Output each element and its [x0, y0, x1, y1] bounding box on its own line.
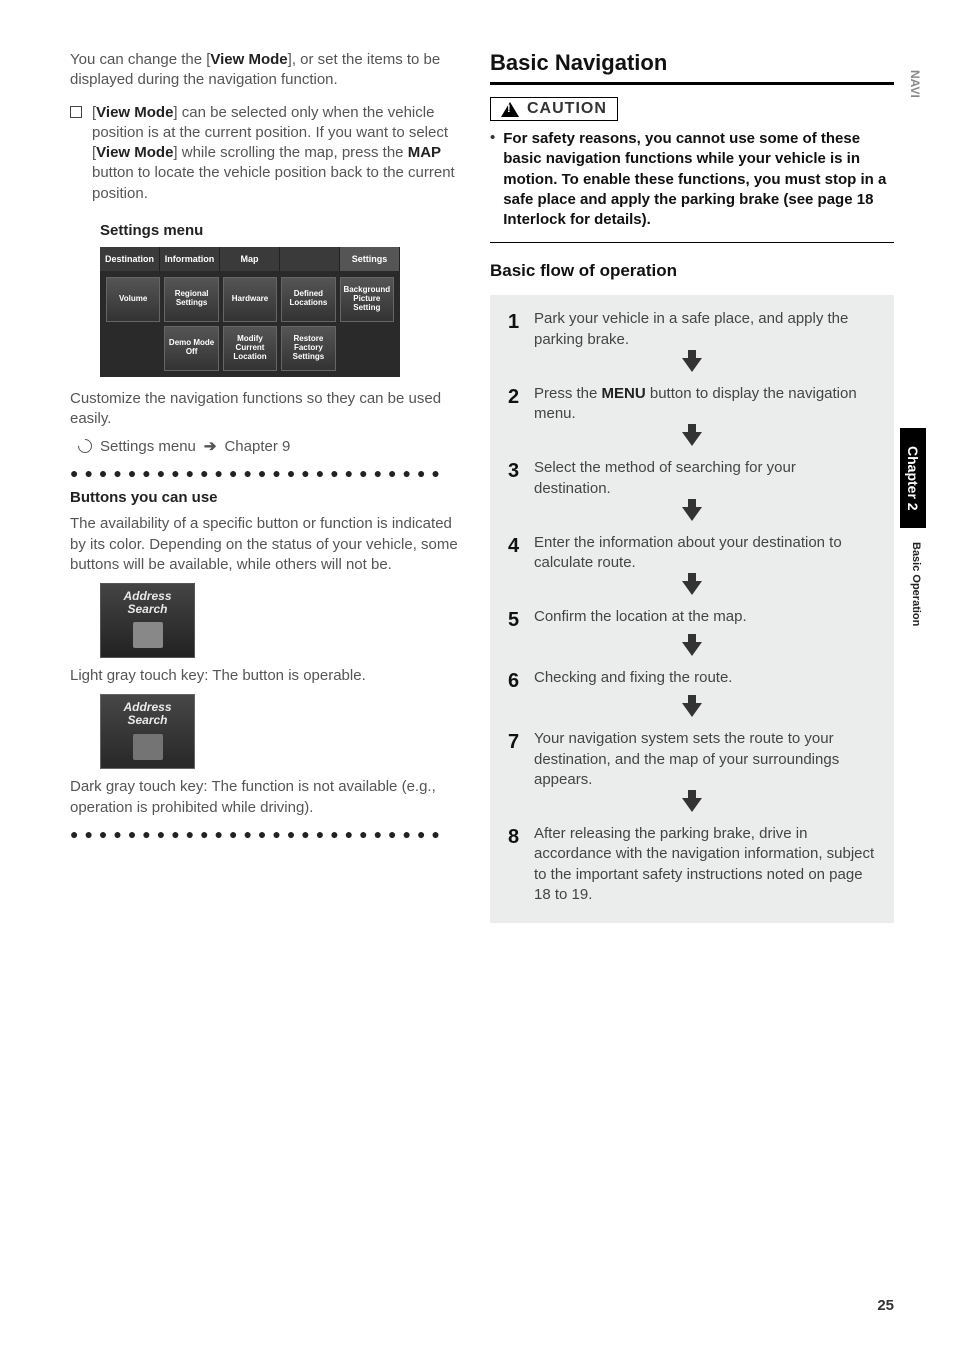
step-text: Press the MENU button to display the nav… — [534, 384, 876, 425]
view-mode-label: View Mode — [210, 51, 287, 68]
step-number: 6 — [508, 668, 522, 695]
step-text: Checking and fixing the route. — [534, 668, 732, 695]
separator-dots: ●●●●●●●●●●●●●●●●●●●●●●●●●● — [70, 826, 460, 842]
step: 5 Confirm the location at the map. — [508, 607, 876, 634]
warning-icon — [501, 102, 519, 117]
ref-target: Chapter 9 — [224, 438, 290, 455]
step-number: 4 — [508, 533, 522, 574]
cross-reference: Settings menu ➔ Chapter 9 — [78, 437, 460, 455]
settings-btn — [340, 326, 394, 371]
step-text: Your navigation system sets the route to… — [534, 729, 876, 790]
arrow-down-icon — [508, 432, 876, 450]
arrow-right-icon: ➔ — [204, 437, 217, 455]
settings-tab: Destination — [100, 247, 160, 271]
settings-btn: Restore Factory Settings — [281, 326, 335, 371]
step-text: Park your vehicle in a safe place, and a… — [534, 309, 876, 350]
step-number: 8 — [508, 824, 522, 905]
flow-title: Basic flow of operation — [490, 261, 894, 281]
settings-menu-heading: Settings menu — [100, 222, 460, 239]
address-search-dark: Address Search — [100, 694, 195, 769]
settings-btn: Hardware — [223, 277, 277, 322]
step-number: 5 — [508, 607, 522, 634]
step-text: Confirm the location at the map. — [534, 607, 747, 634]
reference-icon — [75, 436, 95, 456]
ref-prefix: Settings menu — [100, 438, 196, 455]
caution-text: For safety reasons, you cannot use some … — [503, 129, 894, 230]
separator-dots: ●●●●●●●●●●●●●●●●●●●●●●●●●● — [70, 465, 460, 481]
step-number: 3 — [508, 458, 522, 499]
intro-text: You can change the [View Mode], or set t… — [70, 50, 460, 91]
step-text: After releasing the parking brake, drive… — [534, 824, 876, 905]
step-number: 1 — [508, 309, 522, 350]
rule — [490, 82, 894, 85]
step-number: 7 — [508, 729, 522, 790]
step-text: Enter the information about your destina… — [534, 533, 876, 574]
note-bullet-icon — [70, 106, 82, 118]
step: 6 Checking and fixing the route. — [508, 668, 876, 695]
settings-btn: Defined Locations — [281, 277, 335, 322]
arrow-down-icon — [508, 581, 876, 599]
step-number: 2 — [508, 384, 522, 425]
settings-tab — [280, 247, 340, 271]
bullet: • — [490, 129, 495, 230]
side-tabs: NAVI Chapter 2 Basic Operation — [900, 60, 926, 641]
side-tab-chapter: Chapter 2 — [900, 428, 926, 529]
section-title: Basic Navigation — [490, 50, 894, 76]
magnifier-icon — [133, 734, 163, 760]
caution-item: • For safety reasons, you cannot use som… — [490, 129, 894, 230]
step: 4 Enter the information about your desti… — [508, 533, 876, 574]
settings-menu-screenshot: Destination Information Map Settings Vol… — [100, 247, 400, 377]
buttons-body: The availability of a specific button or… — [70, 514, 460, 575]
settings-tab: Map — [220, 247, 280, 271]
settings-btn — [106, 326, 160, 371]
addr-label: Search — [127, 603, 167, 616]
magnifier-icon — [133, 622, 163, 648]
step-text: Select the method of searching for your … — [534, 458, 876, 499]
settings-tab: Information — [160, 247, 220, 271]
caution-label: CAUTION — [527, 100, 607, 118]
step: 8 After releasing the parking brake, dri… — [508, 824, 876, 905]
note-text: [View Mode] can be selected only when th… — [92, 103, 460, 204]
arrow-down-icon — [508, 703, 876, 721]
light-caption: Light gray touch key: The button is oper… — [70, 666, 460, 686]
settings-btn: Modify Current Location — [223, 326, 277, 371]
arrow-down-icon — [508, 507, 876, 525]
buttons-heading: Buttons you can use — [70, 489, 460, 506]
flow-box: 1 Park your vehicle in a safe place, and… — [490, 295, 894, 923]
step: 1 Park your vehicle in a safe place, and… — [508, 309, 876, 350]
arrow-down-icon — [508, 642, 876, 660]
address-search-light: Address Search — [100, 583, 195, 658]
dark-caption: Dark gray touch key: The function is not… — [70, 777, 460, 818]
settings-btn: Regional Settings — [164, 277, 218, 322]
step: 7 Your navigation system sets the route … — [508, 729, 876, 790]
settings-btn: Volume — [106, 277, 160, 322]
addr-label: Search — [127, 714, 167, 727]
side-tab-navi: NAVI — [900, 60, 926, 108]
settings-btn: Demo Mode Off — [164, 326, 218, 371]
caution-box: CAUTION — [490, 97, 618, 121]
page-number: 25 — [877, 1297, 894, 1314]
arrow-down-icon — [508, 798, 876, 816]
step: 3 Select the method of searching for you… — [508, 458, 876, 499]
settings-tab: Settings — [340, 247, 400, 271]
right-column: Basic Navigation CAUTION • For safety re… — [490, 50, 894, 923]
arrow-down-icon — [508, 358, 876, 376]
side-tab-section: Basic Operation — [900, 528, 926, 640]
settings-btn: Background Picture Setting — [340, 277, 394, 322]
step: 2 Press the MENU button to display the n… — [508, 384, 876, 425]
customize-text: Customize the navigation functions so th… — [70, 389, 460, 430]
rule — [490, 242, 894, 243]
note-row: [View Mode] can be selected only when th… — [70, 103, 460, 212]
left-column: You can change the [View Mode], or set t… — [70, 50, 460, 923]
